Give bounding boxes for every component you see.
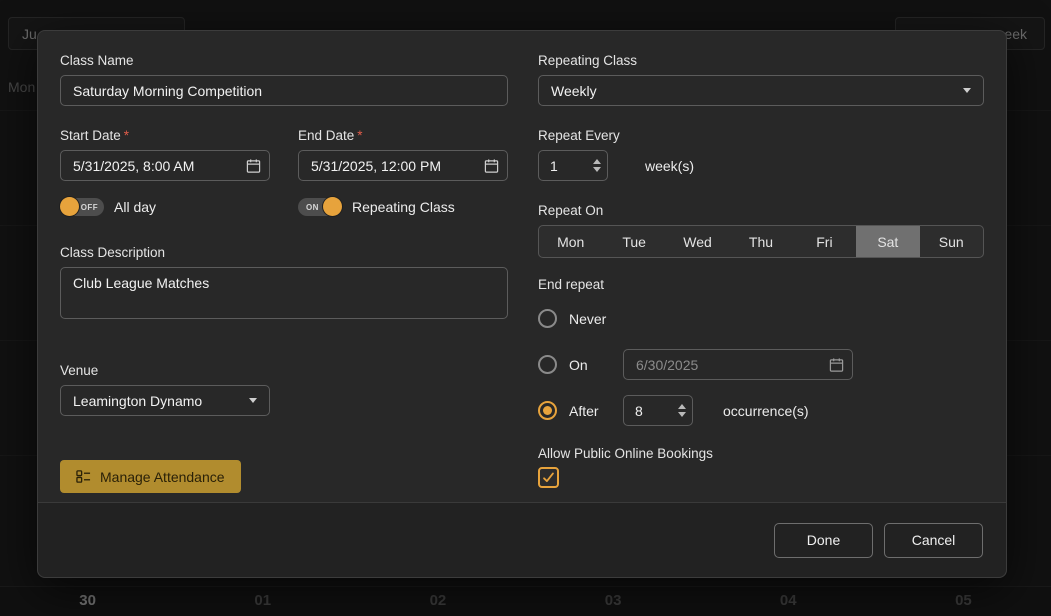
never-label: Never bbox=[569, 311, 611, 327]
never-radio[interactable] bbox=[538, 309, 557, 328]
on-label: On bbox=[569, 357, 611, 373]
class-description-group: Class Description Club League Matches bbox=[60, 245, 508, 324]
repeating-class-group: Repeating Class Weekly bbox=[538, 53, 984, 106]
dialog-body: Class Name Start Date* bbox=[38, 31, 1006, 502]
required-asterisk: * bbox=[357, 128, 362, 143]
toggle-state-text: OFF bbox=[81, 203, 98, 212]
after-radio[interactable] bbox=[538, 401, 557, 420]
repeating-class-switch[interactable]: ON bbox=[298, 198, 342, 216]
repeating-class-select[interactable]: Weekly bbox=[538, 75, 984, 106]
calendar-icon[interactable] bbox=[484, 158, 499, 173]
calendar-icon[interactable] bbox=[246, 158, 261, 173]
class-description-label: Class Description bbox=[60, 245, 508, 260]
day-button-fri[interactable]: Fri bbox=[793, 226, 856, 257]
start-date-group: Start Date* bbox=[60, 128, 270, 181]
end-repeat-never-row: Never bbox=[538, 303, 984, 334]
venue-label: Venue bbox=[60, 363, 508, 378]
day-button-wed[interactable]: Wed bbox=[666, 226, 729, 257]
repeat-every-unit: week(s) bbox=[645, 158, 694, 174]
end-date-input[interactable] bbox=[298, 150, 508, 181]
end-date-group: End Date* bbox=[298, 128, 508, 181]
check-icon bbox=[542, 471, 555, 484]
all-day-switch[interactable]: OFF bbox=[60, 198, 104, 216]
toggle-knob bbox=[323, 197, 342, 216]
end-repeat-on-row: On bbox=[538, 349, 984, 380]
start-date-input[interactable] bbox=[60, 150, 270, 181]
day-button-sun[interactable]: Sun bbox=[920, 226, 983, 257]
class-description-input[interactable]: Club League Matches bbox=[60, 267, 508, 319]
calendar-icon[interactable] bbox=[829, 357, 844, 372]
venue-value: Leamington Dynamo bbox=[73, 393, 202, 409]
day-button-thu[interactable]: Thu bbox=[729, 226, 792, 257]
class-name-group: Class Name bbox=[60, 53, 508, 106]
repeating-class-label: Repeating Class bbox=[538, 53, 984, 68]
toggle-state-text: ON bbox=[306, 203, 319, 212]
date-row: Start Date* End Date* bbox=[60, 128, 508, 181]
venue-group: Venue Leamington Dynamo bbox=[60, 363, 508, 416]
manage-attendance-button[interactable]: Manage Attendance bbox=[60, 460, 241, 493]
repeat-on-label: Repeat On bbox=[538, 203, 984, 218]
public-bookings-group: Allow Public Online Bookings bbox=[538, 446, 984, 488]
end-date-label: End Date* bbox=[298, 128, 508, 143]
class-editor-dialog: Class Name Start Date* bbox=[37, 30, 1007, 578]
day-button-mon[interactable]: Mon bbox=[539, 226, 602, 257]
spinner-arrows[interactable] bbox=[586, 151, 607, 180]
end-repeat-on-date-input[interactable] bbox=[623, 349, 853, 380]
repeat-every-value: 1 bbox=[539, 151, 586, 180]
repeating-class-value: Weekly bbox=[551, 83, 597, 99]
spinner-down-icon[interactable] bbox=[593, 167, 601, 172]
repeating-class-toggle[interactable]: ON Repeating Class bbox=[298, 198, 455, 216]
repeat-every-label: Repeat Every bbox=[538, 128, 984, 143]
public-bookings-checkbox[interactable] bbox=[538, 467, 559, 488]
end-date-label-text: End Date bbox=[298, 128, 354, 143]
done-button[interactable]: Done bbox=[774, 523, 873, 558]
required-asterisk: * bbox=[124, 128, 129, 143]
repeat-every-group: Repeat Every 1 week(s) bbox=[538, 128, 984, 181]
dialog-footer: Done Cancel bbox=[38, 502, 1006, 577]
toggle-knob bbox=[60, 197, 79, 216]
repeat-every-spinner[interactable]: 1 bbox=[538, 150, 608, 181]
occurrence-unit: occurrence(s) bbox=[723, 403, 809, 419]
chevron-down-icon bbox=[963, 88, 971, 93]
end-repeat-after-row: After 8 occurrence(s) bbox=[538, 395, 984, 426]
attendance-list-icon bbox=[76, 469, 91, 484]
venue-select[interactable]: Leamington Dynamo bbox=[60, 385, 270, 416]
day-button-tue[interactable]: Tue bbox=[602, 226, 665, 257]
manage-attendance-label: Manage Attendance bbox=[100, 469, 225, 485]
repeat-on-day-group: Mon Tue Wed Thu Fri Sat Sun bbox=[538, 225, 984, 258]
chevron-down-icon bbox=[249, 398, 257, 403]
repeating-class-toggle-label: Repeating Class bbox=[352, 199, 455, 215]
end-repeat-label: End repeat bbox=[538, 277, 984, 292]
start-date-label-text: Start Date bbox=[60, 128, 121, 143]
occurrence-spinner[interactable]: 8 bbox=[623, 395, 693, 426]
day-button-sat[interactable]: Sat bbox=[856, 226, 919, 257]
spinner-up-icon[interactable] bbox=[678, 404, 686, 409]
start-date-label: Start Date* bbox=[60, 128, 270, 143]
class-name-input[interactable] bbox=[60, 75, 508, 106]
cancel-button[interactable]: Cancel bbox=[884, 523, 983, 558]
dialog-right-column: Repeating Class Weekly Repeat Every 1 bbox=[538, 53, 984, 480]
repeat-on-group: Repeat On Mon Tue Wed Thu Fri Sat Sun bbox=[538, 203, 984, 258]
spinner-down-icon[interactable] bbox=[678, 412, 686, 417]
all-day-toggle[interactable]: OFF All day bbox=[60, 198, 156, 216]
spinner-up-icon[interactable] bbox=[593, 159, 601, 164]
spinner-arrows[interactable] bbox=[671, 396, 692, 425]
public-bookings-label: Allow Public Online Bookings bbox=[538, 446, 984, 461]
on-radio[interactable] bbox=[538, 355, 557, 374]
class-name-label: Class Name bbox=[60, 53, 508, 68]
toggle-row: OFF All day ON Repeating Class bbox=[60, 198, 508, 216]
after-label: After bbox=[569, 403, 611, 419]
end-repeat-group: End repeat Never On bbox=[538, 277, 984, 426]
all-day-label: All day bbox=[114, 199, 156, 215]
occurrence-value: 8 bbox=[624, 396, 671, 425]
dialog-left-column: Class Name Start Date* bbox=[60, 53, 508, 480]
